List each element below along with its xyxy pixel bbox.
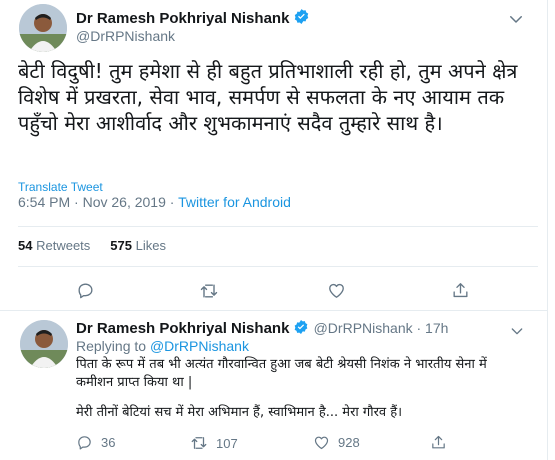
reply-header: Dr Ramesh Pokhriyal Nishank @DrRPNishank… [76, 319, 448, 339]
like-icon [314, 436, 329, 450]
reply-avatar[interactable] [20, 320, 68, 368]
tweet-detail: Dr Ramesh Pokhriyal Nishank @DrRPNishank… [0, 0, 548, 460]
tweet-source-link[interactable]: Twitter for Android [178, 194, 291, 210]
share-icon [432, 435, 445, 449]
retweet-button[interactable]: 107 [190, 434, 238, 452]
retweets-stat[interactable]: 54 Retweets [18, 238, 90, 253]
like-icon [329, 283, 344, 298]
reply-text-line: मेरी तीनों बेटियां सच में मेरा अभिमान है… [76, 405, 403, 420]
retweet-icon [200, 284, 218, 298]
like-button[interactable]: 928 [313, 434, 360, 451]
reply-author-name[interactable]: Dr Ramesh Pokhriyal Nishank [76, 320, 289, 337]
verified-badge-icon [293, 319, 309, 339]
reply-button[interactable]: 36 [76, 434, 115, 451]
reply-icon [78, 436, 91, 450]
reply-count: 36 [101, 435, 116, 450]
reply-text-line: कमीशन प्राप्त किया था | [76, 375, 193, 390]
share-icon [453, 283, 468, 298]
reply-button[interactable] [76, 281, 95, 300]
reply-icon [78, 283, 93, 299]
author-handle[interactable]: @DrRPNishank [76, 28, 175, 44]
chevron-down-icon[interactable] [507, 10, 525, 33]
verified-badge-icon [293, 8, 310, 29]
retweet-icon [191, 437, 207, 449]
divider [18, 266, 538, 267]
reply-text-line: पिता के रूप में तब भी अत्यंत गौरवान्वित … [76, 357, 487, 372]
replying-to-link[interactable]: @DrRPNishank [150, 338, 249, 354]
tweet-text: बेटी विदुषी! तुम हमेशा से ही बहुत प्रतिभ… [18, 59, 518, 135]
retweet-count: 107 [216, 435, 238, 451]
divider [18, 226, 538, 227]
like-count: 928 [338, 435, 360, 450]
reply-author-handle[interactable]: @DrRPNishank · 17h [314, 320, 449, 336]
avatar[interactable] [19, 4, 67, 52]
share-button[interactable] [430, 434, 447, 451]
author-name[interactable]: Dr Ramesh Pokhriyal Nishank [76, 8, 310, 29]
translate-tweet-link[interactable]: Translate Tweet [18, 180, 103, 194]
divider [0, 310, 548, 311]
retweet-button[interactable] [199, 281, 219, 301]
chevron-down-icon[interactable] [509, 323, 525, 344]
tweet-timestamp[interactable]: 6:54 PM · Nov 26, 2019 · [18, 194, 178, 210]
like-button[interactable] [327, 281, 346, 300]
share-button[interactable] [451, 281, 470, 300]
replying-to: Replying to @DrRPNishank [76, 338, 249, 354]
likes-stat[interactable]: 575 Likes [110, 238, 166, 253]
tweet-meta: 6:54 PM · Nov 26, 2019 · Twitter for And… [18, 194, 291, 210]
tweet-stats: 54 Retweets 575 Likes [18, 238, 166, 253]
